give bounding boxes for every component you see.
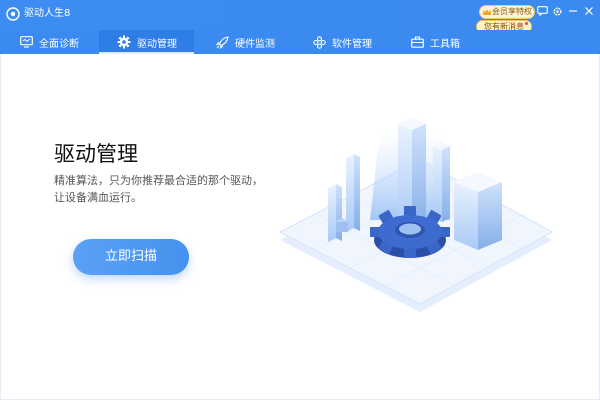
gear-icon <box>552 6 562 16</box>
settings-button[interactable] <box>550 4 564 18</box>
minimize-icon <box>569 10 577 12</box>
tab-hardware-monitor[interactable]: 硬件监测 <box>216 30 275 54</box>
monitor-icon <box>20 36 33 48</box>
tab-label: 全面诊断 <box>39 38 79 50</box>
feedback-button[interactable] <box>535 4 549 18</box>
toolbox-icon <box>411 36 424 48</box>
tab-driver-management[interactable]: 驱动管理 <box>99 30 194 54</box>
app-logo-icon <box>6 7 20 21</box>
apps-icon <box>313 35 326 49</box>
description-line: 让设备满血运行。 <box>54 191 142 204</box>
tab-software-management[interactable]: 软件管理 <box>313 30 372 54</box>
minimize-button[interactable] <box>566 4 580 18</box>
tab-label: 硬件监测 <box>235 38 275 50</box>
tab-toolbox[interactable]: 工具箱 <box>411 30 460 54</box>
page-description: 精准算法，只为你推荐最合适的那个驱动， 让设备满血运行。 <box>54 172 284 206</box>
crown-icon <box>483 9 491 15</box>
title-bar: 驱动人生8 会员享特权 您有新消息 <box>0 0 600 33</box>
right-block <box>454 172 502 250</box>
chat-icon <box>536 6 548 16</box>
close-icon <box>585 7 593 15</box>
app-title: 驱动人生8 <box>24 8 71 19</box>
driver-illustration <box>278 118 554 312</box>
gear-icon <box>117 35 131 49</box>
close-button[interactable] <box>582 4 596 18</box>
description-line: 精准算法，只为你推荐最合适的那个驱动， <box>54 174 263 187</box>
unread-dot <box>525 22 528 25</box>
vip-badge[interactable]: 会员享特权 <box>479 5 535 19</box>
tab-label: 工具箱 <box>430 38 460 50</box>
vip-badge-label: 会员享特权 <box>492 7 532 16</box>
scan-now-button[interactable]: 立即扫描 <box>73 239 189 275</box>
tab-label: 软件管理 <box>332 38 372 50</box>
tab-label: 驱动管理 <box>137 38 177 50</box>
tab-full-diagnosis[interactable]: 全面诊断 <box>20 30 79 54</box>
gear-model <box>370 206 450 258</box>
main-nav: 全面诊断 驱动管理 硬件监测 软件管理 工具箱 <box>0 30 600 54</box>
rocket-icon <box>216 35 229 49</box>
page-title: 驱动管理 <box>54 142 138 166</box>
